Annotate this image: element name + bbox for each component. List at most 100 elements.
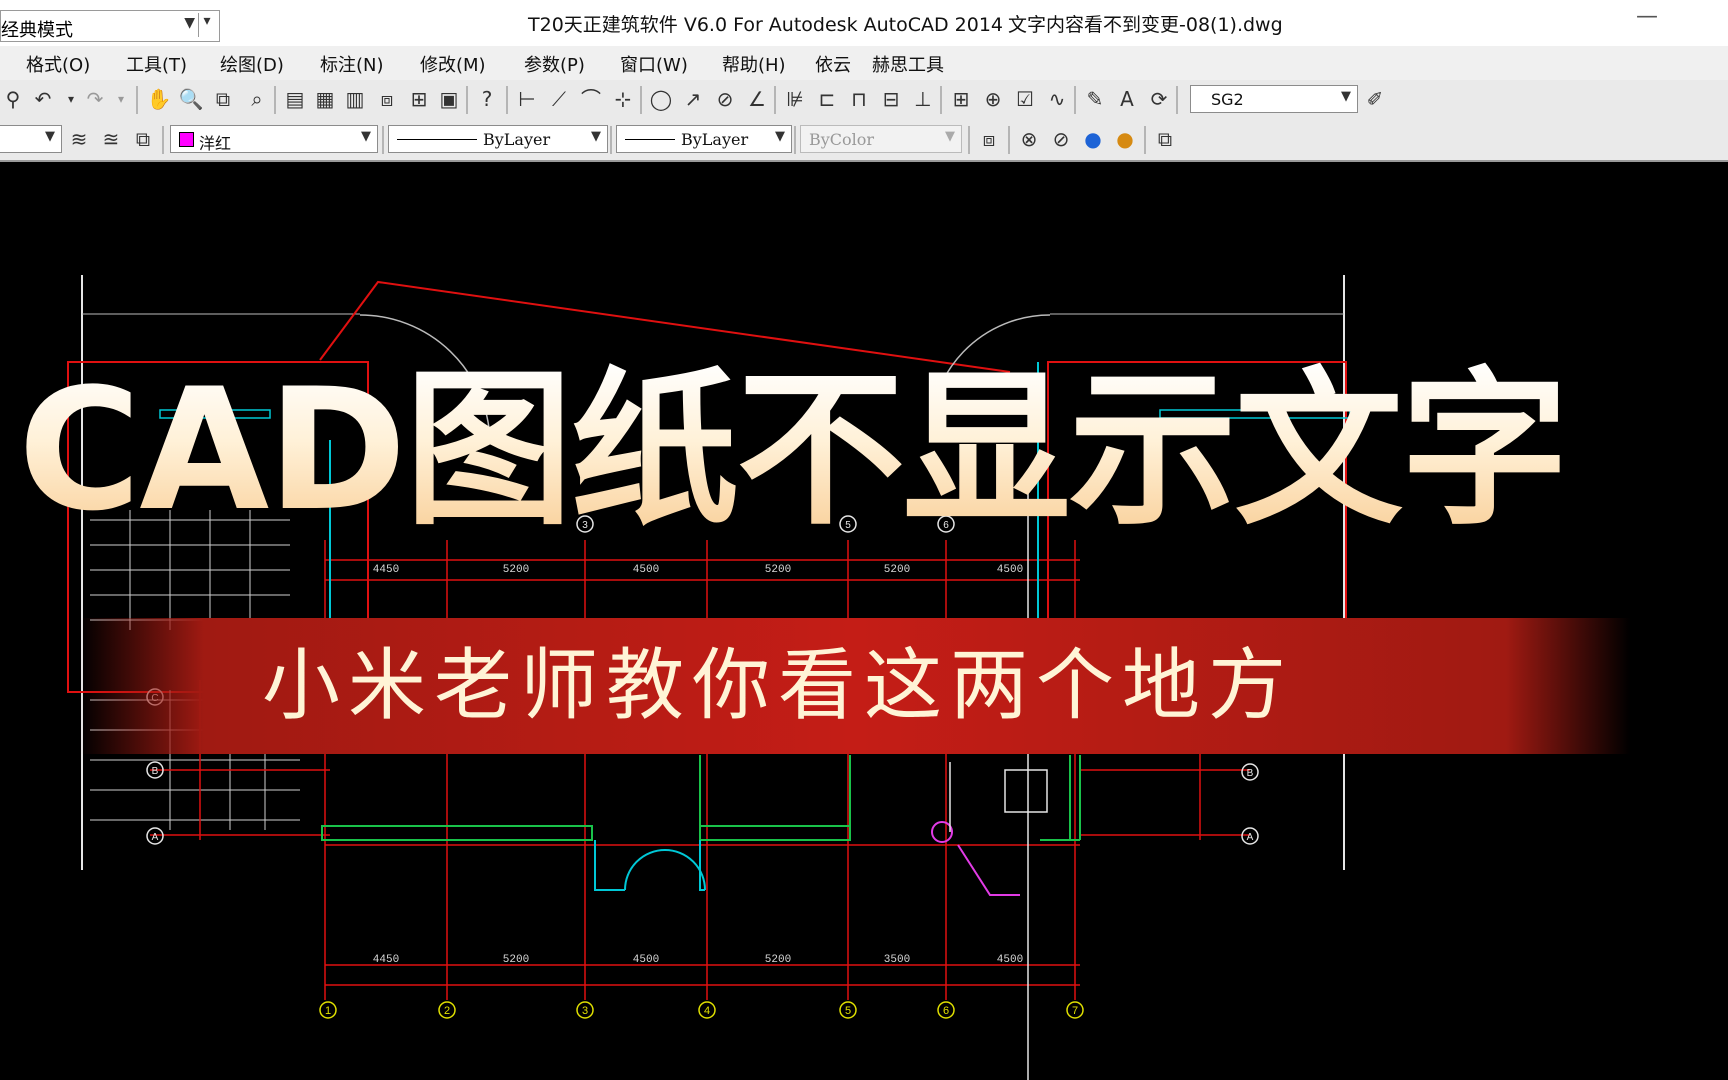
layers-properties-toolbar: ▼ ≋ ≊ ⧉ 洋红 ▼ ByLayer ▼ ByLayer ▼ ByColor… bbox=[0, 120, 1728, 162]
video-subtitle: 小米老师教你看这两个地方 bbox=[262, 641, 1295, 731]
pan-hand-icon[interactable]: ✋ bbox=[146, 86, 172, 112]
axis-label: 2 bbox=[444, 1005, 450, 1017]
zoom-window-icon[interactable]: ⧉ bbox=[210, 86, 236, 112]
menu-dimension[interactable]: 标注(N) bbox=[320, 51, 384, 77]
conceptual-sphere-icon[interactable]: ● bbox=[1112, 126, 1138, 152]
quick-dimension-icon[interactable]: ⊯ bbox=[782, 86, 808, 112]
undo-dropdown-icon[interactable]: ▾ bbox=[58, 86, 84, 112]
tolerance-icon[interactable]: ⊞ bbox=[948, 86, 974, 112]
dimension-style-manager-icon[interactable]: ✐ bbox=[1362, 86, 1388, 112]
sheet-set-icon[interactable]: ⧈ bbox=[374, 86, 400, 112]
wireframe-2d-icon[interactable]: ⊗ bbox=[1016, 126, 1042, 152]
color-control-value: 洋红 bbox=[199, 134, 232, 153]
axis-bubbles-bottom bbox=[319, 1001, 1084, 1019]
baseline-dimension-icon[interactable]: ⊏ bbox=[814, 86, 840, 112]
menu-format[interactable]: 格式(O) bbox=[26, 51, 90, 77]
toolbar-separator bbox=[1144, 126, 1146, 154]
axis-label: 3 bbox=[582, 1005, 588, 1017]
toolbar-separator bbox=[466, 86, 468, 114]
dimension-style-select[interactable]: SG2 ▼ bbox=[1190, 85, 1358, 113]
visual-style-icon[interactable]: ⧈ bbox=[976, 126, 1002, 152]
tool-palettes-icon[interactable]: ▥ bbox=[342, 86, 368, 112]
jogged-dimension-icon[interactable]: ↗ bbox=[680, 86, 706, 112]
axis-label: 6 bbox=[943, 1005, 949, 1017]
visual-style-manager-icon[interactable]: ⧉ bbox=[1152, 126, 1178, 152]
toolbar-separator bbox=[382, 126, 384, 154]
design-center-icon[interactable]: ▦ bbox=[312, 86, 338, 112]
layer-select[interactable]: ▼ bbox=[0, 125, 62, 153]
magenta-element bbox=[931, 821, 1020, 896]
dimension-style-value: SG2 bbox=[1211, 90, 1244, 109]
make-current-layer-icon[interactable]: ≊ bbox=[98, 126, 124, 152]
chevron-down-icon: ▼ bbox=[361, 129, 371, 144]
menu-window[interactable]: 窗口(W) bbox=[620, 51, 688, 77]
diameter-dimension-icon[interactable]: ⊘ bbox=[712, 86, 738, 112]
dimension-label: 4500 bbox=[997, 954, 1023, 966]
toolbar-separator bbox=[1176, 86, 1178, 114]
menu-parametric[interactable]: 参数(P) bbox=[524, 51, 585, 77]
continue-dimension-icon[interactable]: ⊓ bbox=[846, 86, 872, 112]
properties-icon[interactable]: ▤ bbox=[282, 86, 308, 112]
customize-quick-access-icon[interactable]: ▾ bbox=[198, 13, 215, 37]
menu-draw[interactable]: 绘图(D) bbox=[220, 51, 284, 77]
plotstyle-control-select[interactable]: ByColor ▼ bbox=[800, 125, 962, 153]
inspection-icon[interactable]: ☑ bbox=[1012, 86, 1038, 112]
zoom-realtime-icon[interactable]: 🔍 bbox=[178, 86, 204, 112]
menu-hesi-tools[interactable]: 赫思工具 bbox=[872, 51, 944, 77]
match-properties-icon[interactable]: ⚲ bbox=[0, 86, 26, 112]
axis-label: B bbox=[152, 766, 159, 777]
zoom-previous-icon[interactable]: ⌕ bbox=[244, 86, 270, 112]
arc-length-icon[interactable]: ⌒ bbox=[578, 86, 604, 112]
realistic-sphere-icon[interactable]: ● bbox=[1080, 126, 1106, 152]
toolbar-separator bbox=[968, 126, 970, 154]
aligned-dimension-icon[interactable]: ⟋ bbox=[546, 86, 572, 112]
center-mark-icon[interactable]: ⊕ bbox=[980, 86, 1006, 112]
linetype-sample bbox=[397, 139, 477, 140]
axis-label: 4 bbox=[704, 1005, 710, 1017]
dimension-text-edit-icon[interactable]: A bbox=[1114, 86, 1140, 112]
radius-dimension-icon[interactable]: ◯ bbox=[648, 86, 674, 112]
menu-yiyun[interactable]: 依云 bbox=[815, 51, 851, 77]
color-control-select[interactable]: 洋红 ▼ bbox=[170, 125, 378, 153]
menu-bar: 格式(O) 工具(T) 绘图(D) 标注(N) 修改(M) 参数(P) 窗口(W… bbox=[0, 46, 1728, 81]
undo-icon[interactable]: ↶ bbox=[30, 86, 56, 112]
toolbar-separator bbox=[774, 86, 776, 114]
dimension-label: 5200 bbox=[503, 564, 529, 576]
dimension-update-icon[interactable]: ⟳ bbox=[1146, 86, 1172, 112]
redo-dropdown-icon[interactable]: ▾ bbox=[108, 86, 134, 112]
axis-label: 7 bbox=[1072, 1005, 1078, 1017]
toolbar-separator bbox=[640, 86, 642, 114]
standard-toolbar: ⚲ ↶ ▾ ↷ ▾ ✋ 🔍 ⧉ ⌕ ▤ ▦ ▥ ⧈ ⊞ ▣ ? ⊢ ⟋ ⌒ ⊹ … bbox=[0, 80, 1728, 121]
lineweight-control-select[interactable]: ByLayer ▼ bbox=[616, 125, 792, 153]
angular-dimension-icon[interactable]: ∠ bbox=[744, 86, 770, 112]
layer-previous-icon[interactable]: ⧉ bbox=[130, 126, 156, 152]
jogged-linear-icon[interactable]: ∿ bbox=[1044, 86, 1070, 112]
dimension-break-icon[interactable]: ⊥ bbox=[910, 86, 936, 112]
menu-help[interactable]: 帮助(H) bbox=[722, 51, 786, 77]
menu-tools[interactable]: 工具(T) bbox=[126, 51, 187, 77]
axis-label: B bbox=[1247, 768, 1254, 779]
window-box bbox=[1004, 769, 1048, 813]
redo-icon[interactable]: ↷ bbox=[82, 86, 108, 112]
wall-lines bbox=[321, 755, 1081, 841]
ordinate-dimension-icon[interactable]: ⊹ bbox=[610, 86, 636, 112]
layer-properties-icon[interactable]: ≋ bbox=[66, 126, 92, 152]
dimension-space-icon[interactable]: ⊟ bbox=[878, 86, 904, 112]
dimension-edit-icon[interactable]: ✎ bbox=[1082, 86, 1108, 112]
minimize-button[interactable]: — bbox=[1636, 4, 1658, 29]
linetype-control-select[interactable]: ByLayer ▼ bbox=[388, 125, 608, 153]
bottom-dimensions: 4450 5200 4500 5200 3500 4500 bbox=[373, 954, 1023, 966]
wireframe-3d-icon[interactable]: ⊘ bbox=[1048, 126, 1074, 152]
markup-icon[interactable]: ⊞ bbox=[406, 86, 432, 112]
dimension-label: 4450 bbox=[373, 564, 399, 576]
dimension-label: 3500 bbox=[884, 954, 910, 966]
chevron-down-icon: ▼ bbox=[1341, 89, 1351, 104]
dimension-label: 5200 bbox=[765, 954, 791, 966]
help-icon[interactable]: ? bbox=[474, 86, 500, 112]
calculator-icon[interactable]: ▣ bbox=[436, 86, 462, 112]
linear-dimension-icon[interactable]: ⊢ bbox=[514, 86, 540, 112]
chevron-down-icon[interactable]: ▼ bbox=[184, 15, 195, 31]
toolbar-separator bbox=[136, 86, 138, 114]
menu-modify[interactable]: 修改(M) bbox=[420, 51, 486, 77]
workspace-select[interactable]: 经典模式 ▼ ▾ bbox=[0, 10, 220, 42]
